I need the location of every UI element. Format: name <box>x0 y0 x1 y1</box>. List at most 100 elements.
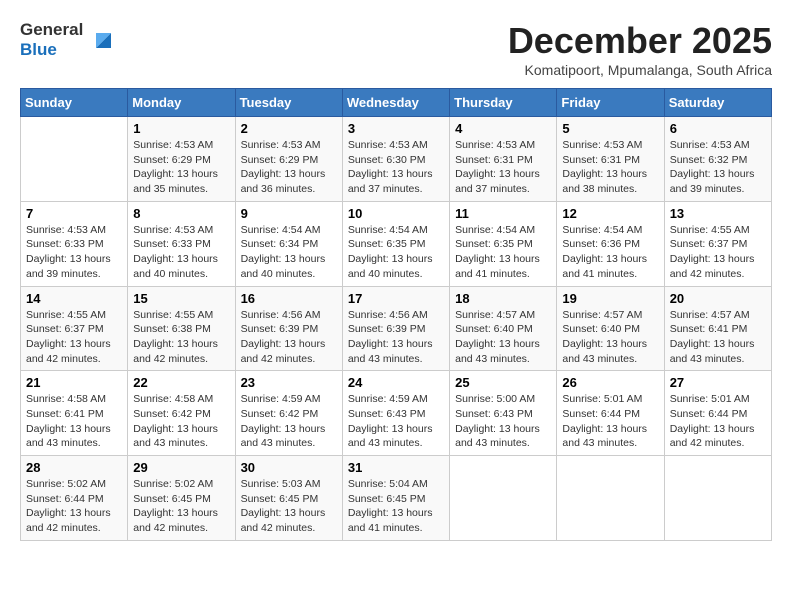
calendar-header-row: SundayMondayTuesdayWednesdayThursdayFrid… <box>21 89 772 117</box>
calendar-body: 1 Sunrise: 4:53 AM Sunset: 6:29 PM Daylig… <box>21 117 772 541</box>
day-number: 31 <box>348 460 444 475</box>
day-info: Sunrise: 4:56 AM Sunset: 6:39 PM Dayligh… <box>348 308 444 367</box>
day-info: Sunrise: 5:03 AM Sunset: 6:45 PM Dayligh… <box>241 477 337 536</box>
calendar-cell: 25Sunrise: 5:00 AM Sunset: 6:43 PM Dayli… <box>450 371 557 456</box>
day-info: Sunrise: 4:57 AM Sunset: 6:41 PM Dayligh… <box>670 308 766 367</box>
day-info: Sunrise: 4:54 AM Sunset: 6:34 PM Dayligh… <box>241 223 337 282</box>
calendar-header-day: Saturday <box>664 89 771 117</box>
day-info: Sunrise: 5:02 AM Sunset: 6:45 PM Dayligh… <box>133 477 229 536</box>
day-number: 8 <box>133 206 229 221</box>
page-header: General Blue December 2025 Komatipoort, … <box>20 20 772 78</box>
day-number: 23 <box>241 375 337 390</box>
day-number: 14 <box>26 291 122 306</box>
calendar-cell: 27Sunrise: 5:01 AM Sunset: 6:44 PM Dayli… <box>664 371 771 456</box>
day-info: Sunrise: 5:02 AM Sunset: 6:44 PM Dayligh… <box>26 477 122 536</box>
logo-blue: Blue <box>20 40 83 60</box>
day-number: 2 <box>241 121 337 136</box>
calendar-cell: 18 Sunrise: 4:57 AM Sunset: 6:40 PM Dayli… <box>450 286 557 371</box>
day-number: 24 <box>348 375 444 390</box>
day-number: 30 <box>241 460 337 475</box>
calendar-cell: 12Sunrise: 4:54 AM Sunset: 6:36 PM Dayli… <box>557 201 664 286</box>
title-block: December 2025 Komatipoort, Mpumalanga, S… <box>508 20 772 78</box>
day-info: Sunrise: 4:53 AM Sunset: 6:32 PM Dayligh… <box>670 138 766 197</box>
day-info: Sunrise: 4:59 AM Sunset: 6:43 PM Dayligh… <box>348 392 444 451</box>
day-info: Sunrise: 4:53 AM Sunset: 6:29 PM Dayligh… <box>241 138 337 197</box>
day-number: 3 <box>348 121 444 136</box>
calendar-cell <box>450 456 557 541</box>
calendar-week-row: 14Sunrise: 4:55 AM Sunset: 6:37 PM Dayli… <box>21 286 772 371</box>
day-info: Sunrise: 4:53 AM Sunset: 6:33 PM Dayligh… <box>133 223 229 282</box>
day-number: 19 <box>562 291 658 306</box>
location: Komatipoort, Mpumalanga, South Africa <box>508 62 772 78</box>
calendar-cell: 30 Sunrise: 5:03 AM Sunset: 6:45 PM Dayli… <box>235 456 342 541</box>
calendar-cell: 4Sunrise: 4:53 AM Sunset: 6:31 PM Daylig… <box>450 117 557 202</box>
day-number: 10 <box>348 206 444 221</box>
calendar-cell: 21Sunrise: 4:58 AM Sunset: 6:41 PM Dayli… <box>21 371 128 456</box>
day-info: Sunrise: 5:04 AM Sunset: 6:45 PM Dayligh… <box>348 477 444 536</box>
calendar-cell: 16 Sunrise: 4:56 AM Sunset: 6:39 PM Dayli… <box>235 286 342 371</box>
calendar-header-day: Wednesday <box>342 89 449 117</box>
day-info: Sunrise: 4:59 AM Sunset: 6:42 PM Dayligh… <box>241 392 337 451</box>
day-number: 5 <box>562 121 658 136</box>
day-info: Sunrise: 5:01 AM Sunset: 6:44 PM Dayligh… <box>562 392 658 451</box>
calendar-cell: 24 Sunrise: 4:59 AM Sunset: 6:43 PM Dayli… <box>342 371 449 456</box>
calendar-cell: 29Sunrise: 5:02 AM Sunset: 6:45 PM Dayli… <box>128 456 235 541</box>
day-number: 12 <box>562 206 658 221</box>
calendar-cell: 2 Sunrise: 4:53 AM Sunset: 6:29 PM Daylig… <box>235 117 342 202</box>
day-info: Sunrise: 4:53 AM Sunset: 6:29 PM Dayligh… <box>133 138 229 197</box>
calendar-header-day: Thursday <box>450 89 557 117</box>
calendar-cell: 3 Sunrise: 4:53 AM Sunset: 6:30 PM Daylig… <box>342 117 449 202</box>
logo-icon <box>86 23 116 53</box>
calendar-header-day: Tuesday <box>235 89 342 117</box>
calendar-cell: 8 Sunrise: 4:53 AM Sunset: 6:33 PM Daylig… <box>128 201 235 286</box>
calendar-cell <box>557 456 664 541</box>
day-number: 27 <box>670 375 766 390</box>
calendar-cell: 7 Sunrise: 4:53 AM Sunset: 6:33 PM Daylig… <box>21 201 128 286</box>
calendar-cell: 31 Sunrise: 5:04 AM Sunset: 6:45 PM Dayli… <box>342 456 449 541</box>
calendar-week-row: 1 Sunrise: 4:53 AM Sunset: 6:29 PM Daylig… <box>21 117 772 202</box>
day-number: 28 <box>26 460 122 475</box>
day-number: 11 <box>455 206 551 221</box>
day-info: Sunrise: 4:58 AM Sunset: 6:41 PM Dayligh… <box>26 392 122 451</box>
day-number: 7 <box>26 206 122 221</box>
calendar-week-row: 21Sunrise: 4:58 AM Sunset: 6:41 PM Dayli… <box>21 371 772 456</box>
month-title: December 2025 <box>508 20 772 62</box>
day-number: 18 <box>455 291 551 306</box>
calendar-table: SundayMondayTuesdayWednesdayThursdayFrid… <box>20 88 772 541</box>
day-number: 22 <box>133 375 229 390</box>
day-number: 20 <box>670 291 766 306</box>
calendar-cell: 1 Sunrise: 4:53 AM Sunset: 6:29 PM Daylig… <box>128 117 235 202</box>
calendar-week-row: 28 Sunrise: 5:02 AM Sunset: 6:44 PM Dayli… <box>21 456 772 541</box>
day-number: 17 <box>348 291 444 306</box>
calendar-cell: 20 Sunrise: 4:57 AM Sunset: 6:41 PM Dayli… <box>664 286 771 371</box>
day-info: Sunrise: 4:53 AM Sunset: 6:31 PM Dayligh… <box>455 138 551 197</box>
calendar-cell: 26Sunrise: 5:01 AM Sunset: 6:44 PM Dayli… <box>557 371 664 456</box>
calendar-cell: 9 Sunrise: 4:54 AM Sunset: 6:34 PM Daylig… <box>235 201 342 286</box>
day-info: Sunrise: 4:58 AM Sunset: 6:42 PM Dayligh… <box>133 392 229 451</box>
day-info: Sunrise: 4:54 AM Sunset: 6:35 PM Dayligh… <box>348 223 444 282</box>
day-info: Sunrise: 4:55 AM Sunset: 6:38 PM Dayligh… <box>133 308 229 367</box>
day-info: Sunrise: 4:53 AM Sunset: 6:33 PM Dayligh… <box>26 223 122 282</box>
calendar-cell: 13Sunrise: 4:55 AM Sunset: 6:37 PM Dayli… <box>664 201 771 286</box>
calendar-cell: 19Sunrise: 4:57 AM Sunset: 6:40 PM Dayli… <box>557 286 664 371</box>
day-number: 6 <box>670 121 766 136</box>
day-info: Sunrise: 4:53 AM Sunset: 6:30 PM Dayligh… <box>348 138 444 197</box>
day-number: 25 <box>455 375 551 390</box>
calendar-cell: 22 Sunrise: 4:58 AM Sunset: 6:42 PM Dayli… <box>128 371 235 456</box>
calendar-cell: 23 Sunrise: 4:59 AM Sunset: 6:42 PM Dayli… <box>235 371 342 456</box>
day-number: 1 <box>133 121 229 136</box>
day-number: 16 <box>241 291 337 306</box>
day-info: Sunrise: 4:53 AM Sunset: 6:31 PM Dayligh… <box>562 138 658 197</box>
day-number: 15 <box>133 291 229 306</box>
calendar-cell: 15 Sunrise: 4:55 AM Sunset: 6:38 PM Dayli… <box>128 286 235 371</box>
calendar-cell <box>664 456 771 541</box>
day-number: 9 <box>241 206 337 221</box>
calendar-cell: 17 Sunrise: 4:56 AM Sunset: 6:39 PM Dayli… <box>342 286 449 371</box>
calendar-cell: 5 Sunrise: 4:53 AM Sunset: 6:31 PM Daylig… <box>557 117 664 202</box>
day-info: Sunrise: 4:56 AM Sunset: 6:39 PM Dayligh… <box>241 308 337 367</box>
day-info: Sunrise: 4:57 AM Sunset: 6:40 PM Dayligh… <box>455 308 551 367</box>
day-number: 13 <box>670 206 766 221</box>
calendar-header-day: Friday <box>557 89 664 117</box>
calendar-cell: 10 Sunrise: 4:54 AM Sunset: 6:35 PM Dayli… <box>342 201 449 286</box>
calendar-cell: 28 Sunrise: 5:02 AM Sunset: 6:44 PM Dayli… <box>21 456 128 541</box>
